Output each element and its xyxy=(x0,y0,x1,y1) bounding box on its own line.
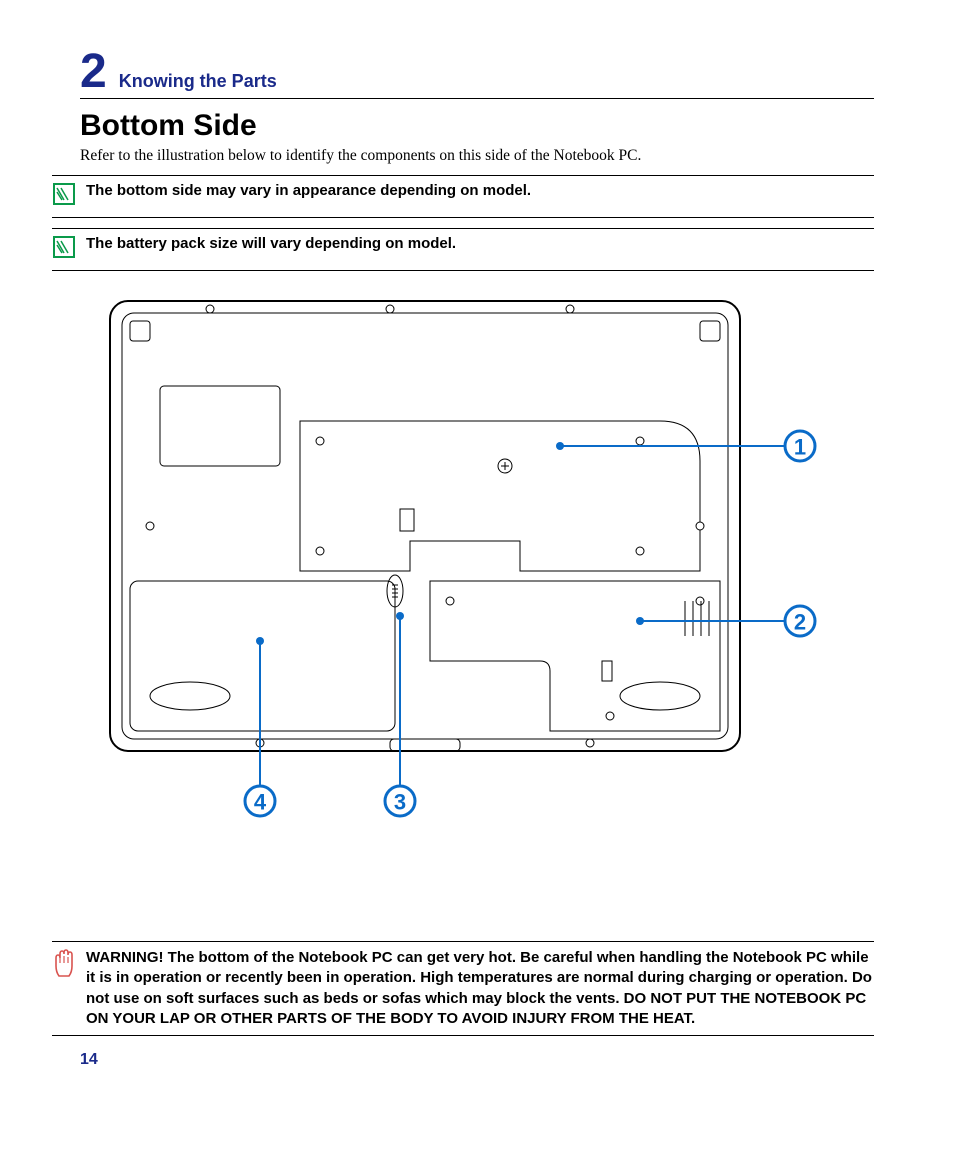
note-icon xyxy=(52,235,78,264)
note-2-text: The battery pack size will vary dependin… xyxy=(86,235,456,252)
section-title: Bottom Side xyxy=(80,109,874,143)
warning-text: WARNING! The bottom of the Notebook PC c… xyxy=(86,948,874,1029)
note-2: The battery pack size will vary dependin… xyxy=(52,228,874,271)
callout-4-label: 4 xyxy=(254,790,267,815)
laptop-bottom-svg: 1 2 3 4 xyxy=(100,291,860,821)
note-1-text: The bottom side may vary in appearance d… xyxy=(86,182,531,199)
callout-3-label: 3 xyxy=(394,790,406,815)
page-number: 14 xyxy=(80,1051,98,1069)
chapter-number: 2 xyxy=(80,48,107,96)
chapter-header: 2 Knowing the Parts xyxy=(80,48,874,99)
section-intro: Refer to the illustration below to ident… xyxy=(80,147,874,165)
callout-1-label: 1 xyxy=(794,435,806,460)
warning-block: WARNING! The bottom of the Notebook PC c… xyxy=(52,941,874,1036)
chapter-title: Knowing the Parts xyxy=(119,71,277,92)
callout-2-label: 2 xyxy=(794,610,806,635)
bottom-side-diagram: 1 2 3 4 xyxy=(80,291,874,821)
note-1: The bottom side may vary in appearance d… xyxy=(52,175,874,218)
note-icon xyxy=(52,182,78,211)
warning-hand-icon xyxy=(52,948,78,983)
